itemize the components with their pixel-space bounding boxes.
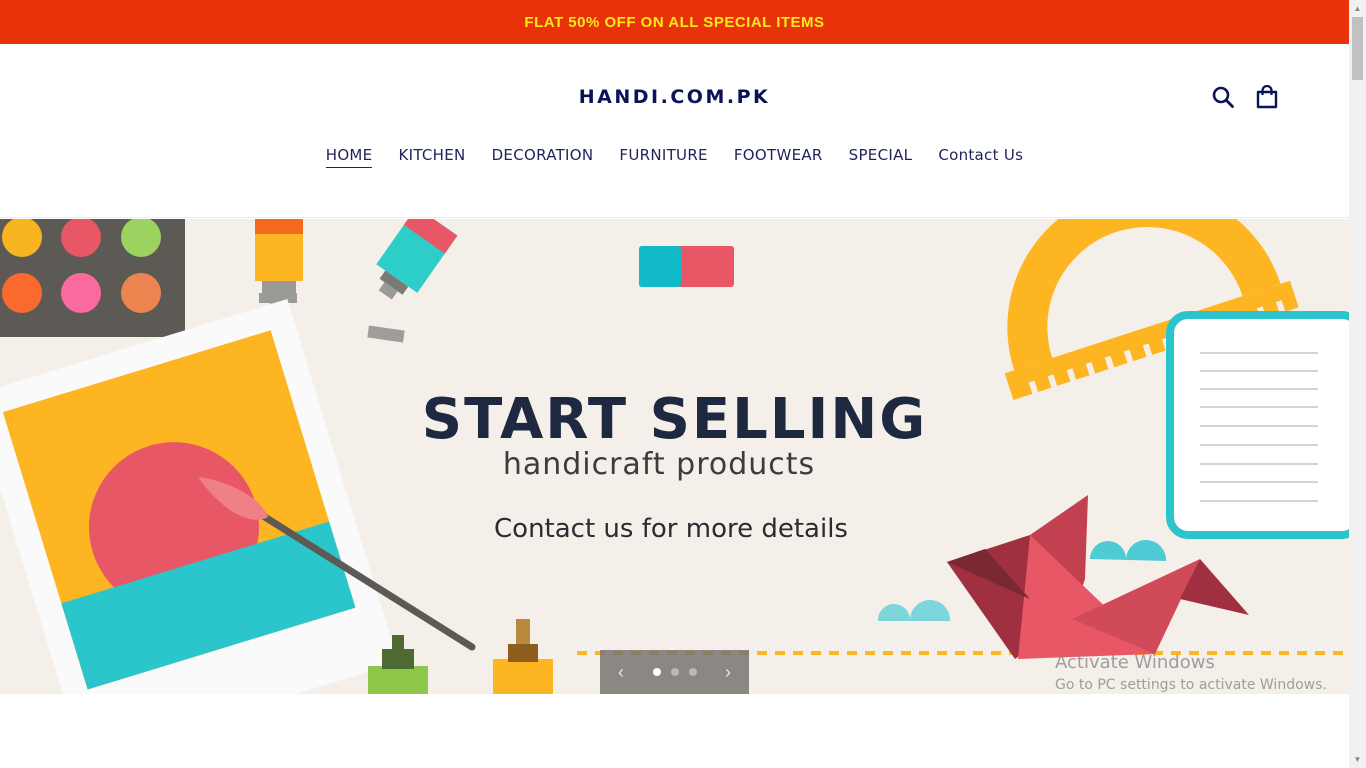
slide-dot-2[interactable]	[670, 668, 679, 676]
activate-windows-watermark: Activate Windows Go to PC settings to ac…	[1055, 652, 1327, 693]
nav-decoration[interactable]: DECORATION	[492, 146, 594, 168]
nav-kitchen[interactable]: KITCHEN	[398, 146, 465, 168]
nav-furniture[interactable]: FURNITURE	[619, 146, 707, 168]
watermark-subtitle: Go to PC settings to activate Windows.	[1055, 677, 1327, 693]
header-icons	[1211, 84, 1279, 110]
hero-subtitle: handicraft products	[502, 447, 816, 482]
scroll-thumb[interactable]	[1352, 17, 1363, 80]
main-nav: HOME KITCHEN DECORATION FURNITURE FOOTWE…	[0, 146, 1349, 168]
chevron-right-icon[interactable]: ›	[721, 662, 735, 683]
nav-home[interactable]: HOME	[325, 146, 373, 168]
vertical-scrollbar[interactable]: ▲ ▼	[1349, 0, 1366, 768]
slider-controls: ‹ ›	[600, 650, 749, 694]
slide-dot-1[interactable]	[652, 668, 661, 676]
hero-cta-text: Contact us for more details	[494, 514, 848, 544]
nav-contact-us[interactable]: Contact Us	[938, 146, 1023, 168]
announcement-text[interactable]: FLAT 50% OFF ON ALL SPECIAL ITEMS	[524, 14, 824, 31]
nav-special[interactable]: SPECIAL	[849, 146, 913, 168]
slide-dot-3[interactable]	[688, 668, 697, 676]
site-logo[interactable]: HANDI.COM.PK	[0, 86, 1349, 108]
hero-title: START SELLING	[421, 387, 928, 452]
hero-slideshow[interactable]: START SELLING handicraft products Contac…	[0, 219, 1349, 694]
search-icon[interactable]	[1211, 84, 1235, 110]
nav-footwear[interactable]: FOOTWEAR	[734, 146, 823, 168]
slider-dots	[652, 668, 697, 676]
scroll-down-icon[interactable]: ▼	[1349, 751, 1366, 768]
scroll-up-icon[interactable]: ▲	[1349, 0, 1366, 17]
announcement-bar[interactable]: FLAT 50% OFF ON ALL SPECIAL ITEMS	[0, 0, 1349, 44]
page: FLAT 50% OFF ON ALL SPECIAL ITEMS HANDI.…	[0, 0, 1349, 768]
chevron-left-icon[interactable]: ‹	[614, 662, 628, 683]
watermark-title: Activate Windows	[1055, 652, 1215, 673]
site-header: HANDI.COM.PK HOME KITCHEN DECORATION FUR…	[0, 44, 1349, 218]
cart-icon[interactable]	[1255, 84, 1279, 110]
